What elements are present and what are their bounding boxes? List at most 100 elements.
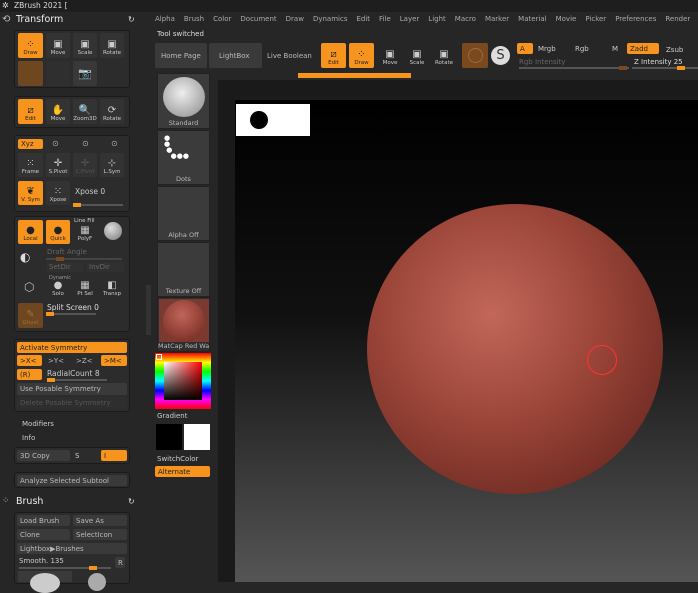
ghost-button[interactable]: ✎ Ghost	[18, 303, 43, 328]
texture-thumb[interactable]: Texture Off	[157, 242, 210, 297]
use-posable-symmetry-button[interactable]: Use Posable Symmetry	[17, 383, 127, 395]
draw-mode-button[interactable]: ⁘ Draw	[18, 33, 43, 58]
gizmo-button[interactable]	[18, 61, 43, 86]
switch-color-button[interactable]: SwitchColor	[157, 455, 198, 463]
menu-item-draw[interactable]: Draw	[286, 15, 304, 23]
move-view-button[interactable]: ✋ Move	[46, 99, 70, 124]
zadd-button[interactable]: Zadd	[627, 43, 659, 54]
axis-z-icon[interactable]: ⊙	[111, 139, 118, 148]
stroke-s-icon[interactable]: S	[491, 46, 510, 65]
modifiers-item[interactable]: Modifiers	[22, 420, 54, 428]
alternate-button[interactable]: Alternate	[155, 466, 210, 477]
vsym-button[interactable]: ❦ V. Sym	[18, 181, 43, 205]
smooth-slider[interactable]	[19, 566, 111, 570]
stroke-dots-thumb[interactable]: ● ● ● ●●● Dots	[157, 130, 210, 185]
brush-standard-thumb[interactable]: Standard	[157, 73, 210, 129]
material-thumb[interactable]: MatCap Red Wax	[157, 297, 210, 352]
main-color-swatch[interactable]	[184, 424, 210, 450]
cpivot-button[interactable]: ✛ C.Pivot	[73, 153, 97, 177]
transp-button[interactable]: ◧ Transp	[100, 280, 124, 299]
draw-button[interactable]: ⁘ Draw	[349, 43, 374, 68]
radial-r-button[interactable]: (R)	[17, 369, 42, 380]
brush-sphere-thumbnail[interactable]	[88, 573, 106, 591]
menu-item-material[interactable]: Material	[518, 15, 546, 23]
lsym-button[interactable]: ⊹ L.Sym	[100, 153, 124, 177]
local-button[interactable]: ● Local	[18, 220, 43, 244]
activate-symmetry-button[interactable]: Activate Symmetry	[17, 342, 127, 353]
quick-button[interactable]: ● Quick	[46, 220, 70, 244]
ptsel-button[interactable]: ▦ Pt Sel	[73, 280, 97, 299]
reset-r-button[interactable]: R	[115, 557, 125, 568]
menu-item-document[interactable]: Document	[240, 15, 276, 23]
menu-item-alpha[interactable]: Alpha	[155, 15, 175, 23]
delete-posable-symmetry-button[interactable]: Delete Posable Symmetry	[17, 397, 127, 409]
home-page-button[interactable]: Home Page	[155, 43, 207, 68]
zoom3d-button[interactable]: 🔍 Zoom3D	[73, 99, 97, 124]
frame-button[interactable]: ⁙ Frame	[18, 153, 43, 177]
live-boolean-button[interactable]: Live Boolean	[264, 43, 316, 68]
cube-icon[interactable]: ⬡	[24, 280, 34, 294]
menu-item-marker[interactable]: Marker	[485, 15, 509, 23]
symmetry-m-button[interactable]: >M<	[101, 355, 127, 366]
panel-collapse-handle[interactable]	[146, 285, 151, 335]
contrast-icon[interactable]: ◐	[20, 250, 30, 264]
color-picker[interactable]	[155, 353, 211, 409]
xpose-button[interactable]: ⁙ Xpose	[46, 181, 70, 205]
m-button[interactable]: M	[612, 45, 618, 53]
setdir-button[interactable]: SetDir	[46, 262, 84, 272]
menu-item-file[interactable]: File	[379, 15, 391, 23]
clone-button[interactable]: Clone	[17, 529, 70, 540]
rotate-view-button[interactable]: ⟳ Rotate	[100, 99, 124, 124]
rgb-intensity-slider[interactable]	[519, 66, 629, 70]
transform-refresh-icon[interactable]: ↻	[128, 15, 135, 24]
rotate-mode-button[interactable]: ▣ Rotate	[100, 33, 124, 58]
menu-item-light[interactable]: Light	[428, 15, 445, 23]
invdir-button[interactable]: InvDir	[86, 262, 124, 272]
menu-item-dynamics[interactable]: Dynamics	[313, 15, 348, 23]
mrgb-button[interactable]: Mrgb	[538, 45, 556, 53]
select-icon-button[interactable]: SelectIcon	[73, 529, 127, 540]
z-intensity-slider[interactable]	[632, 66, 698, 70]
symmetry-y-button[interactable]: >Y<	[45, 355, 70, 366]
edit-button[interactable]: ⧄ Edit	[321, 43, 346, 68]
zsub-button[interactable]: Zsub	[666, 46, 683, 54]
camera-icon[interactable]: 📷	[73, 61, 97, 86]
info-item[interactable]: Info	[22, 434, 35, 442]
document-canvas[interactable]	[235, 100, 698, 582]
xyz-button[interactable]: Xyz	[18, 139, 43, 149]
analyze-subtool-button[interactable]: Analyze Selected Subtool	[17, 475, 127, 486]
menu-item-movie[interactable]: Movie	[556, 15, 577, 23]
secondary-color-swatch[interactable]	[156, 424, 182, 450]
color-saturation-square[interactable]	[164, 362, 202, 400]
menu-item-picker[interactable]: Picker	[585, 15, 606, 23]
3d-copy-button[interactable]: 3D Copy	[17, 450, 70, 461]
scale-mode-button[interactable]: ▣ Scale	[73, 33, 97, 58]
symmetry-z-button[interactable]: >Z<	[73, 355, 98, 366]
menu-item-layer[interactable]: Layer	[400, 15, 420, 23]
transform-title[interactable]: Transform	[16, 14, 63, 25]
menu-item-macro[interactable]: Macro	[455, 15, 476, 23]
i-toggle[interactable]: I	[101, 450, 127, 461]
menu-item-color[interactable]: Color	[213, 15, 231, 23]
spivot-button[interactable]: ✛ S.Pivot	[46, 153, 70, 177]
lightbox-button[interactable]: LightBox	[209, 43, 262, 68]
axis-y-icon[interactable]: ⊙	[82, 139, 89, 148]
sculpt-mesh-sphere[interactable]	[367, 204, 663, 494]
scale-button[interactable]: ▣ Scale	[405, 43, 429, 68]
menu-item-render[interactable]: Render	[665, 15, 690, 23]
transp-sphere-icon[interactable]	[104, 222, 122, 240]
axis-x-icon[interactable]: ⊙	[52, 139, 59, 148]
solo-button[interactable]: ● Solo	[46, 280, 70, 299]
load-brush-button[interactable]: Load Brush	[17, 515, 70, 526]
alpha-thumb[interactable]: Alpha Off	[157, 186, 210, 241]
move-mode-button[interactable]: ▣ Move	[46, 33, 70, 58]
lightbox-brushes-button[interactable]: Lightbox▶Brushes	[17, 543, 127, 554]
move-button[interactable]: ▣ Move	[378, 43, 402, 68]
material-button[interactable]	[462, 43, 488, 68]
menu-item-brush[interactable]: Brush	[184, 15, 204, 23]
a-button[interactable]: A	[517, 43, 533, 54]
xpose-slider[interactable]	[73, 203, 123, 207]
draft-angle-slider[interactable]	[46, 257, 122, 261]
brush-title[interactable]: Brush	[16, 496, 43, 507]
radial-count-slider[interactable]	[47, 378, 107, 382]
